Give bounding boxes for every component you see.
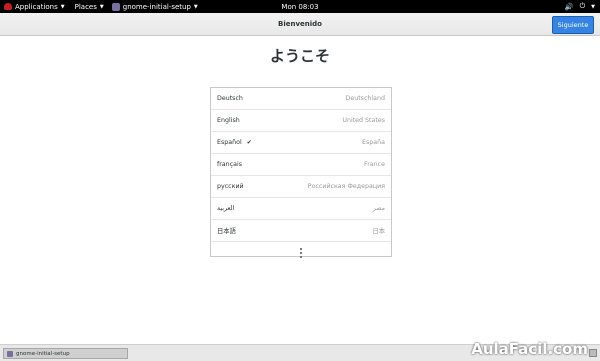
more-languages-button[interactable]	[211, 242, 391, 263]
bottom-panel: gnome-initial-setup AulaFacil.com	[0, 340, 600, 361]
language-name: français	[217, 161, 243, 168]
language-row-arabic[interactable]: العربية مصر	[211, 198, 391, 220]
checkmark-icon: ✔	[246, 139, 252, 146]
applications-label: Applications	[15, 2, 58, 11]
app-icon	[111, 2, 120, 11]
language-region: مصر	[372, 205, 385, 212]
chevron-down-icon: ▼	[193, 3, 198, 10]
language-region: France	[364, 161, 385, 168]
applications-menu[interactable]: Applications ▼	[4, 0, 65, 13]
language-region: España	[362, 139, 385, 146]
language-row-espanol[interactable]: Español ✔ España	[211, 132, 391, 154]
language-row-russian[interactable]: русский Российская Федерация	[211, 176, 391, 198]
chevron-down-icon: ▼	[99, 3, 104, 10]
header-bar: Bienvenido Siguiente	[0, 13, 600, 36]
power-icon: ⏻	[579, 2, 586, 10]
language-region: Deutschland	[345, 95, 385, 102]
language-row-deutsch[interactable]: Deutsch Deutschland	[211, 88, 391, 110]
taskbar-item[interactable]: gnome-initial-setup	[3, 348, 128, 359]
clock[interactable]: Mon 08:03	[281, 0, 318, 13]
clock-label: Mon 08:03	[281, 2, 319, 11]
language-name: русский	[217, 183, 244, 190]
language-name: Deutsch	[217, 95, 243, 102]
page-title: Bienvenido	[278, 20, 322, 28]
chevron-down-icon: ▼	[60, 3, 65, 10]
language-name: Español	[217, 139, 242, 146]
system-tray[interactable]: 🔊 ⏻ ▼	[565, 0, 595, 13]
language-row-english[interactable]: English United States	[211, 110, 391, 132]
language-name: العربية	[217, 205, 235, 212]
redhat-icon	[4, 3, 12, 10]
main-content: ようこそ Deutsch Deutschland English United …	[0, 36, 600, 344]
vertical-ellipsis-icon	[300, 247, 302, 258]
language-name: English	[217, 117, 240, 124]
welcome-heading: ようこそ	[269, 47, 330, 65]
volume-icon: 🔊	[564, 2, 574, 11]
language-list: Deutsch Deutschland English United State…	[210, 87, 392, 258]
app-menu[interactable]: gnome-initial-setup ▼	[111, 0, 198, 13]
places-label: Places	[74, 2, 97, 11]
language-region: United States	[342, 117, 385, 124]
app-icon	[7, 350, 13, 357]
language-row-francais[interactable]: français France	[211, 154, 391, 176]
taskbar-item-label: gnome-initial-setup	[16, 350, 70, 357]
chevron-down-icon: ▼	[591, 3, 595, 10]
top-bar: Applications ▼ Places ▼ gnome-initial-se…	[0, 0, 600, 13]
watermark-logo: AulaFacil.com	[471, 340, 588, 358]
workspace-switcher[interactable]	[589, 349, 597, 357]
language-region: 日本	[372, 228, 385, 235]
app-menu-label: gnome-initial-setup	[122, 2, 191, 11]
language-name: 日本語	[217, 228, 236, 235]
places-menu[interactable]: Places ▼	[75, 0, 104, 13]
language-region: Российская Федерация	[307, 183, 385, 190]
next-button[interactable]: Siguiente	[552, 16, 594, 34]
language-row-japanese[interactable]: 日本語 日本	[211, 220, 391, 242]
